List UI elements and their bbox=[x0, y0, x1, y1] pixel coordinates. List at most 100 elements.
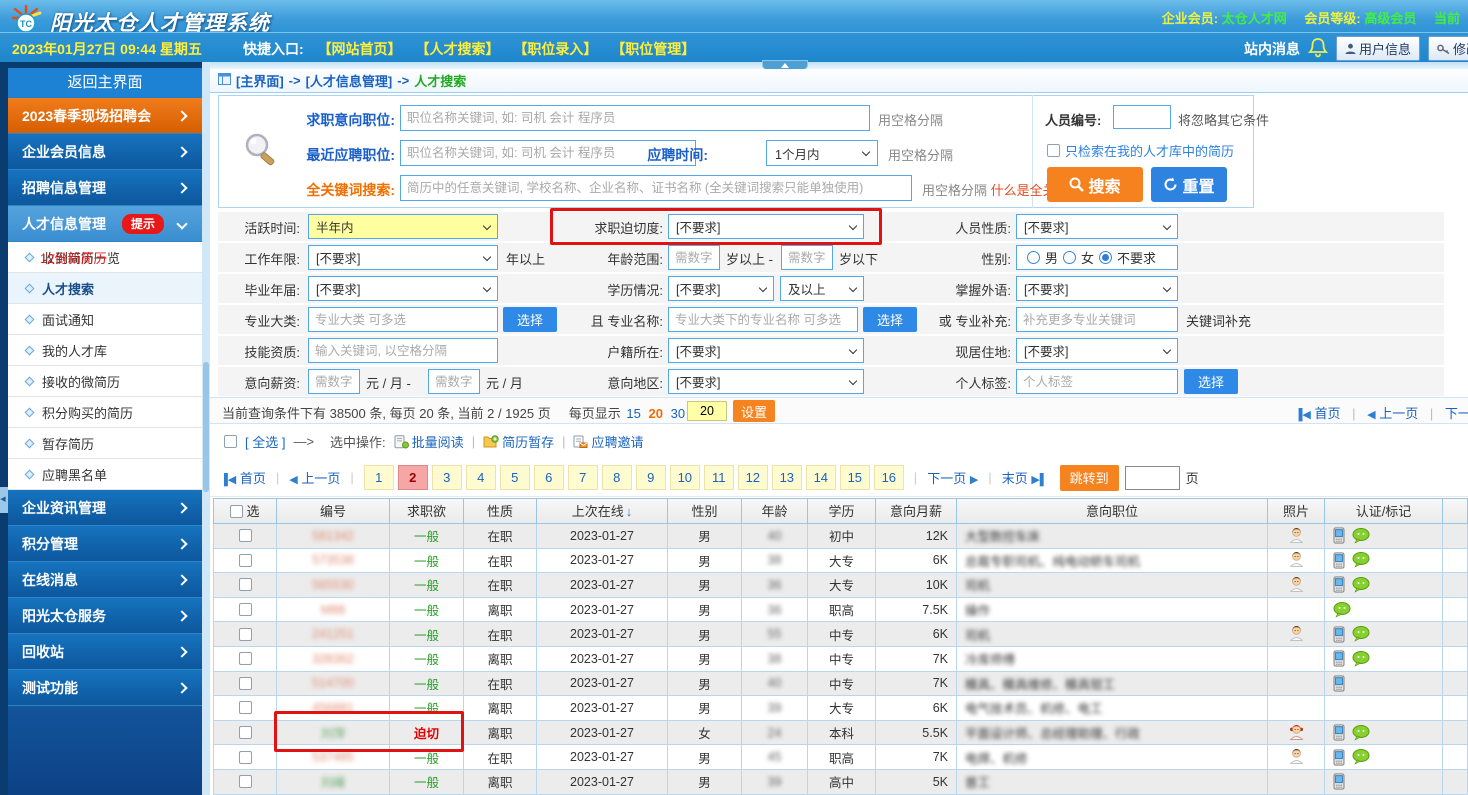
sidebar-item-11[interactable]: 暂存简历 bbox=[8, 428, 202, 459]
education-select[interactable]: [不要求] bbox=[668, 276, 774, 301]
major-name-input[interactable] bbox=[668, 307, 858, 332]
page-next[interactable]: 下一页 ▶ bbox=[927, 468, 978, 487]
chat-badge-icon[interactable] bbox=[1352, 552, 1370, 568]
male-avatar-icon[interactable] bbox=[1288, 624, 1305, 644]
sidebar-item-8[interactable]: 我的人才库 bbox=[8, 335, 202, 366]
row-checkbox[interactable] bbox=[239, 677, 252, 690]
phone-verified-icon[interactable] bbox=[1333, 724, 1345, 741]
male-avatar-icon[interactable] bbox=[1288, 747, 1305, 767]
chat-badge-icon[interactable] bbox=[1352, 577, 1370, 593]
phone-verified-icon[interactable] bbox=[1333, 773, 1345, 790]
sidebar-group-13[interactable]: 企业资讯管理 bbox=[8, 490, 202, 526]
sidebar-group-1[interactable]: 2023春季现场招聘会 bbox=[8, 98, 202, 134]
page-number-9[interactable]: 9 bbox=[636, 465, 666, 490]
row-checkbox[interactable] bbox=[239, 751, 252, 764]
phone-verified-icon[interactable] bbox=[1333, 626, 1345, 643]
sidebar-item-6[interactable]: 人才搜索 bbox=[8, 273, 202, 304]
female-avatar-icon[interactable] bbox=[1288, 723, 1305, 743]
major-cat-input[interactable] bbox=[308, 307, 498, 332]
user-info-button[interactable]: 用户信息 bbox=[1336, 36, 1420, 61]
header-select-all-checkbox[interactable] bbox=[230, 505, 243, 518]
chat-badge-icon[interactable] bbox=[1352, 626, 1370, 642]
page-prev[interactable]: ◀ 上一页 bbox=[289, 468, 340, 487]
page-number-5[interactable]: 5 bbox=[500, 465, 530, 490]
row-checkbox[interactable] bbox=[239, 529, 252, 542]
sidebar-item-5[interactable]: 收到简历一览12份新简历 bbox=[8, 242, 202, 273]
page-number-10[interactable]: 10 bbox=[670, 465, 700, 490]
page-first[interactable]: ▐◀ 首页 bbox=[220, 468, 266, 487]
major-name-select-button[interactable]: 选择 bbox=[863, 307, 917, 332]
age-max-input[interactable] bbox=[781, 245, 833, 270]
sidebar-item-7[interactable]: 面试通知 bbox=[8, 304, 202, 335]
invite-apply-link[interactable]: 应聘邀请 bbox=[573, 432, 643, 451]
sidebar-group-17[interactable]: 回收站 bbox=[8, 634, 202, 670]
candidate-id-cell[interactable]: M88 bbox=[277, 598, 390, 623]
male-avatar-icon[interactable] bbox=[1288, 526, 1305, 546]
gender-radio-any[interactable] bbox=[1099, 251, 1112, 264]
page-number-3[interactable]: 3 bbox=[432, 465, 462, 490]
select-all-link[interactable]: [ 全选 ] bbox=[245, 432, 285, 451]
breadcrumb-talent-mgmt[interactable]: [人才信息管理] bbox=[306, 71, 393, 90]
per-page-30[interactable]: 30 bbox=[671, 406, 685, 421]
reset-button[interactable]: 重置 bbox=[1151, 167, 1227, 202]
candidate-id-cell[interactable]: 刘峰 bbox=[277, 770, 390, 795]
sidebar-item-12[interactable]: 应聘黑名单 bbox=[8, 459, 202, 490]
salary-min-input[interactable] bbox=[308, 369, 360, 394]
chat-badge-icon[interactable] bbox=[1352, 749, 1370, 765]
page-number-13[interactable]: 13 bbox=[772, 465, 802, 490]
resume-save-link[interactable]: 简历暂存 bbox=[483, 432, 554, 451]
tags-select-button[interactable]: 选择 bbox=[1184, 369, 1238, 394]
page-number-1[interactable]: 1 bbox=[364, 465, 394, 490]
active-time-select[interactable]: 半年内 bbox=[308, 214, 498, 239]
per-page-20[interactable]: 20 bbox=[649, 406, 663, 421]
per-page-set-button[interactable]: 设置 bbox=[733, 400, 775, 422]
phone-verified-icon[interactable] bbox=[1333, 675, 1345, 692]
phone-verified-icon[interactable] bbox=[1333, 576, 1345, 593]
candidate-id-cell[interactable]: 328362 bbox=[277, 647, 390, 672]
phone-verified-icon[interactable] bbox=[1333, 749, 1345, 766]
quick-link-site-home[interactable]: 【网站首页】 bbox=[318, 41, 402, 57]
page-number-8[interactable]: 8 bbox=[602, 465, 632, 490]
quick-link-talent-search[interactable]: 【人才搜索】 bbox=[415, 41, 499, 57]
chat-badge-icon[interactable] bbox=[1352, 651, 1370, 667]
candidate-id-cell[interactable]: 刘萍 bbox=[277, 721, 390, 746]
phone-verified-icon[interactable] bbox=[1333, 650, 1345, 667]
per-page-input[interactable] bbox=[687, 401, 727, 421]
top-nav-first[interactable]: 首页 bbox=[1314, 406, 1340, 421]
quick-link-job-manage[interactable]: 【职位管理】 bbox=[611, 41, 695, 57]
age-min-input[interactable] bbox=[668, 245, 720, 270]
candidate-id-cell[interactable]: 565530 bbox=[277, 573, 390, 598]
row-checkbox[interactable] bbox=[239, 628, 252, 641]
candidate-id-cell[interactable]: 456881 bbox=[277, 696, 390, 721]
sidebar-group-16[interactable]: 阳光太仓服务 bbox=[8, 598, 202, 634]
page-number-6[interactable]: 6 bbox=[534, 465, 564, 490]
chat-badge-icon[interactable] bbox=[1333, 602, 1351, 618]
per-page-15[interactable]: 15 bbox=[626, 406, 640, 421]
sidebar-group-4[interactable]: 人才信息管理提示 bbox=[8, 206, 202, 242]
apply-time-select[interactable]: 1个月内 bbox=[766, 140, 878, 166]
sidebar-group-15[interactable]: 在线消息 bbox=[8, 562, 202, 598]
sidebar-back-to-main[interactable]: 返回主界面 bbox=[8, 68, 202, 98]
candidate-id-cell[interactable]: 573538 bbox=[277, 549, 390, 574]
gender-radio-male[interactable] bbox=[1027, 251, 1040, 264]
phone-verified-icon[interactable] bbox=[1333, 552, 1345, 569]
row-checkbox[interactable] bbox=[239, 775, 252, 788]
page-number-2[interactable]: 2 bbox=[398, 465, 428, 490]
sidebar-scrollbar-thumb[interactable] bbox=[203, 362, 209, 492]
select-all-checkbox[interactable] bbox=[224, 435, 237, 448]
only-mine-checkbox[interactable] bbox=[1047, 144, 1060, 157]
male-avatar-icon[interactable] bbox=[1288, 550, 1305, 570]
page-number-15[interactable]: 15 bbox=[840, 465, 870, 490]
skills-input[interactable] bbox=[308, 338, 498, 363]
row-checkbox[interactable] bbox=[239, 578, 252, 591]
sidebar-group-3[interactable]: 招聘信息管理 bbox=[8, 170, 202, 206]
row-checkbox[interactable] bbox=[239, 652, 252, 665]
hukou-select[interactable]: [不要求] bbox=[668, 338, 864, 363]
chat-badge-icon[interactable] bbox=[1352, 528, 1370, 544]
candidate-id-cell[interactable]: 241251 bbox=[277, 622, 390, 647]
urgency-select[interactable]: [不要求] bbox=[668, 214, 864, 239]
candidate-id-cell[interactable]: 581342 bbox=[277, 524, 390, 549]
grad-year-select[interactable]: [不要求] bbox=[308, 276, 498, 301]
person-type-select[interactable]: [不要求] bbox=[1016, 214, 1178, 239]
area-select[interactable]: [不要求] bbox=[668, 369, 864, 394]
